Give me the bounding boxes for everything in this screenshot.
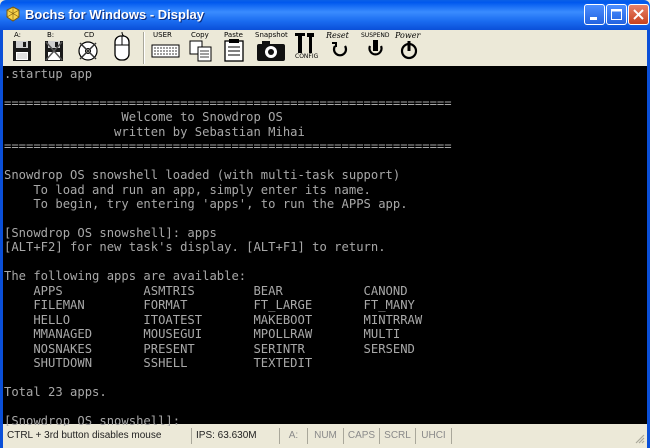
mouse-toggle-button[interactable] [107, 30, 137, 66]
camera-icon [257, 41, 285, 61]
console-line: SHUTDOWN SSHELL TEXTEDIT [4, 356, 313, 370]
maximize-button[interactable] [606, 4, 627, 25]
console-line: [ALT+F2] for new task's display. [ALT+F1… [4, 240, 386, 255]
console-line: FILEMAN FORMAT FT_LARGE FT_MANY [4, 298, 415, 313]
maximize-icon [611, 9, 622, 20]
console-display[interactable]: .startup app ============================… [3, 66, 647, 428]
config-button[interactable]: CONFIG [292, 30, 322, 66]
status-empty [451, 428, 631, 444]
status-bar: CTRL + 3rd button disables mouse IPS: 63… [3, 426, 647, 446]
floppy-a-button[interactable]: A: [7, 30, 37, 66]
console-line: APPS ASMTRIS BEAR CANOND [4, 283, 408, 298]
minimize-icon [590, 17, 597, 20]
user-button[interactable]: USER [150, 30, 182, 66]
title-bar[interactable]: Bochs for Windows - Display [0, 0, 650, 30]
status-scrl: SCRL [379, 428, 415, 444]
keyboard-icon [151, 44, 180, 58]
console-line: ========================================… [4, 95, 452, 110]
snapshot-button[interactable]: Snapshot [254, 30, 288, 66]
power-icon [400, 41, 418, 60]
console-line: [Snowdrop OS snowshell]: apps [4, 225, 217, 240]
status-num: NUM [307, 428, 343, 444]
console-line: Total 23 apps. [4, 384, 107, 399]
console-line: ========================================… [4, 139, 452, 154]
console-line: Welcome to Snowdrop OS [4, 110, 283, 125]
console-line: NOSNAKES PRESENT SERINTR SERSEND [4, 341, 415, 356]
floppy-disk-icon [13, 41, 31, 61]
window-title: Bochs for Windows - Display [25, 7, 205, 22]
status-caps: CAPS [343, 428, 379, 444]
status-uhci: UHCI [415, 428, 451, 444]
config-label: CONFIG [295, 53, 319, 60]
close-icon [633, 9, 644, 20]
console-line: To begin, try entering 'apps', to run th… [4, 197, 408, 212]
suspend-icon [368, 40, 383, 56]
cdrom-icon [78, 41, 98, 61]
suspend-button[interactable]: SUSPEND [360, 30, 392, 66]
console-line: .startup app [4, 67, 93, 81]
status-hint: CTRL + 3rd button disables mouse [7, 430, 162, 441]
bochs-app-icon[interactable] [5, 6, 21, 22]
console-line: MMANAGED MOUSEGUI MPOLLRAW MULTI [4, 327, 401, 342]
power-button[interactable]: Power [394, 30, 426, 66]
console-line: HELLO ITOATEST MAKEBOOT MINTRRAW [4, 312, 423, 327]
reset-icon [332, 42, 348, 57]
paste-icon [224, 39, 244, 62]
copy-button[interactable]: Copy [186, 30, 216, 66]
resize-grip-icon[interactable] [633, 432, 645, 444]
cdrom-button[interactable]: CD [73, 30, 103, 66]
config-tools-icon [295, 33, 314, 53]
reset-button[interactable]: Reset [325, 30, 355, 66]
copy-icon [189, 40, 212, 62]
paste-button[interactable]: Paste [220, 30, 250, 66]
toolbar: A: B: CD USER Copy Paste Snapshot CONFIG… [3, 30, 647, 66]
minimize-button[interactable] [584, 4, 605, 25]
console-line: The following apps are available: [4, 269, 247, 284]
floppy-b-button[interactable]: B: [39, 30, 69, 66]
status-ips: IPS: 63.630M [191, 428, 279, 444]
toolbar-separator [143, 32, 145, 64]
status-drive: A: [279, 428, 307, 444]
mouse-icon [114, 31, 130, 61]
close-button[interactable] [628, 4, 649, 25]
console-line: To load and run an app, simply enter its… [4, 182, 371, 197]
floppy-disk-icon [45, 41, 63, 61]
console-line: Snowdrop OS snowshell loaded (with multi… [4, 168, 401, 183]
console-line: written by Sebastian Mihai [4, 124, 305, 139]
